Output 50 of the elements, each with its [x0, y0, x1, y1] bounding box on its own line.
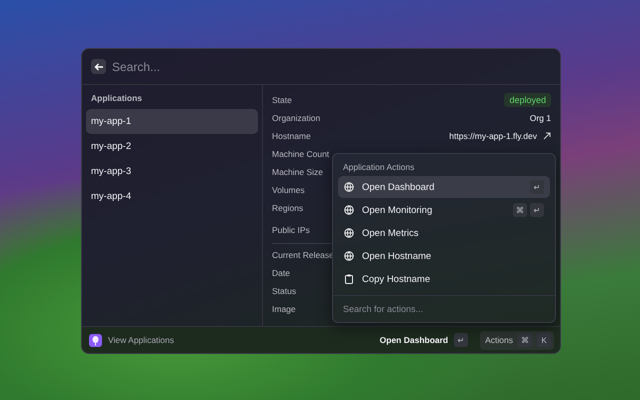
shortcut-key: ⌘: [518, 333, 532, 347]
balloon-logo-icon: [89, 334, 102, 346]
shortcut-key: ⌘: [513, 203, 527, 217]
shortcut-key: ↵: [454, 333, 468, 347]
menu-title: Application Actions: [342, 161, 416, 174]
field-label: Image: [272, 304, 296, 314]
external-link-icon: [543, 132, 551, 140]
search-field[interactable]: Search...: [112, 60, 551, 74]
action-search-field[interactable]: Search for actions...: [333, 295, 555, 322]
field-label: Regions: [272, 203, 304, 213]
shortcut-key: ↵: [530, 180, 544, 194]
actions-button[interactable]: Actions ⌘ K: [480, 330, 554, 350]
globe-icon: [344, 182, 354, 192]
field-value: Org 1: [530, 113, 551, 123]
globe-icon: [344, 251, 354, 261]
menu-item[interactable]: Open Dashboard ↵: [338, 176, 550, 198]
hostname-link[interactable]: https://my-app-1.fly.dev: [449, 131, 537, 141]
section-title: Applications: [90, 93, 144, 103]
field-label: State: [272, 95, 292, 105]
status-badge: deployed: [504, 93, 551, 107]
app-list-item[interactable]: my-app-1: [86, 109, 258, 134]
field-label: Date: [272, 268, 290, 278]
shortcut-key: K: [537, 333, 551, 347]
menu-item-label: Open Dashboard: [362, 182, 436, 192]
app-list-item[interactable]: my-app-2: [86, 134, 258, 159]
globe-icon: [344, 205, 354, 215]
app-list-item[interactable]: my-app-3: [86, 159, 258, 184]
menu-item-label: Open Monitoring: [362, 204, 434, 216]
clipboard-icon: [344, 274, 354, 284]
field-label: Hostname: [272, 131, 311, 141]
menu-item-label: Copy Hostname: [362, 274, 432, 284]
field-label: Volumes: [272, 185, 305, 195]
field-label: Organization: [272, 113, 320, 123]
menu-item[interactable]: Open Hostname: [338, 245, 550, 267]
menu-item[interactable]: Open Metrics: [338, 222, 550, 244]
field-label: Machine Count: [272, 149, 330, 159]
menu-item-label: Open Metrics: [362, 228, 420, 238]
shortcut-key: ↵: [530, 203, 544, 217]
back-button[interactable]: [91, 59, 106, 74]
footer-title: View Applications: [108, 335, 174, 345]
app-list-item[interactable]: my-app-4: [86, 184, 258, 209]
field-label: Machine Size: [272, 167, 324, 177]
menu-item[interactable]: Open Monitoring ⌘ ↵: [338, 199, 550, 221]
menu-item-label: Open Hostname: [362, 250, 432, 262]
globe-icon: [344, 228, 354, 238]
primary-action-label[interactable]: Open Dashboard: [380, 335, 448, 345]
menu-item[interactable]: Copy Hostname: [338, 268, 550, 290]
field-label: Public IPs: [272, 225, 310, 235]
field-label: Status: [272, 286, 296, 296]
arrow-left-icon: [94, 62, 104, 72]
